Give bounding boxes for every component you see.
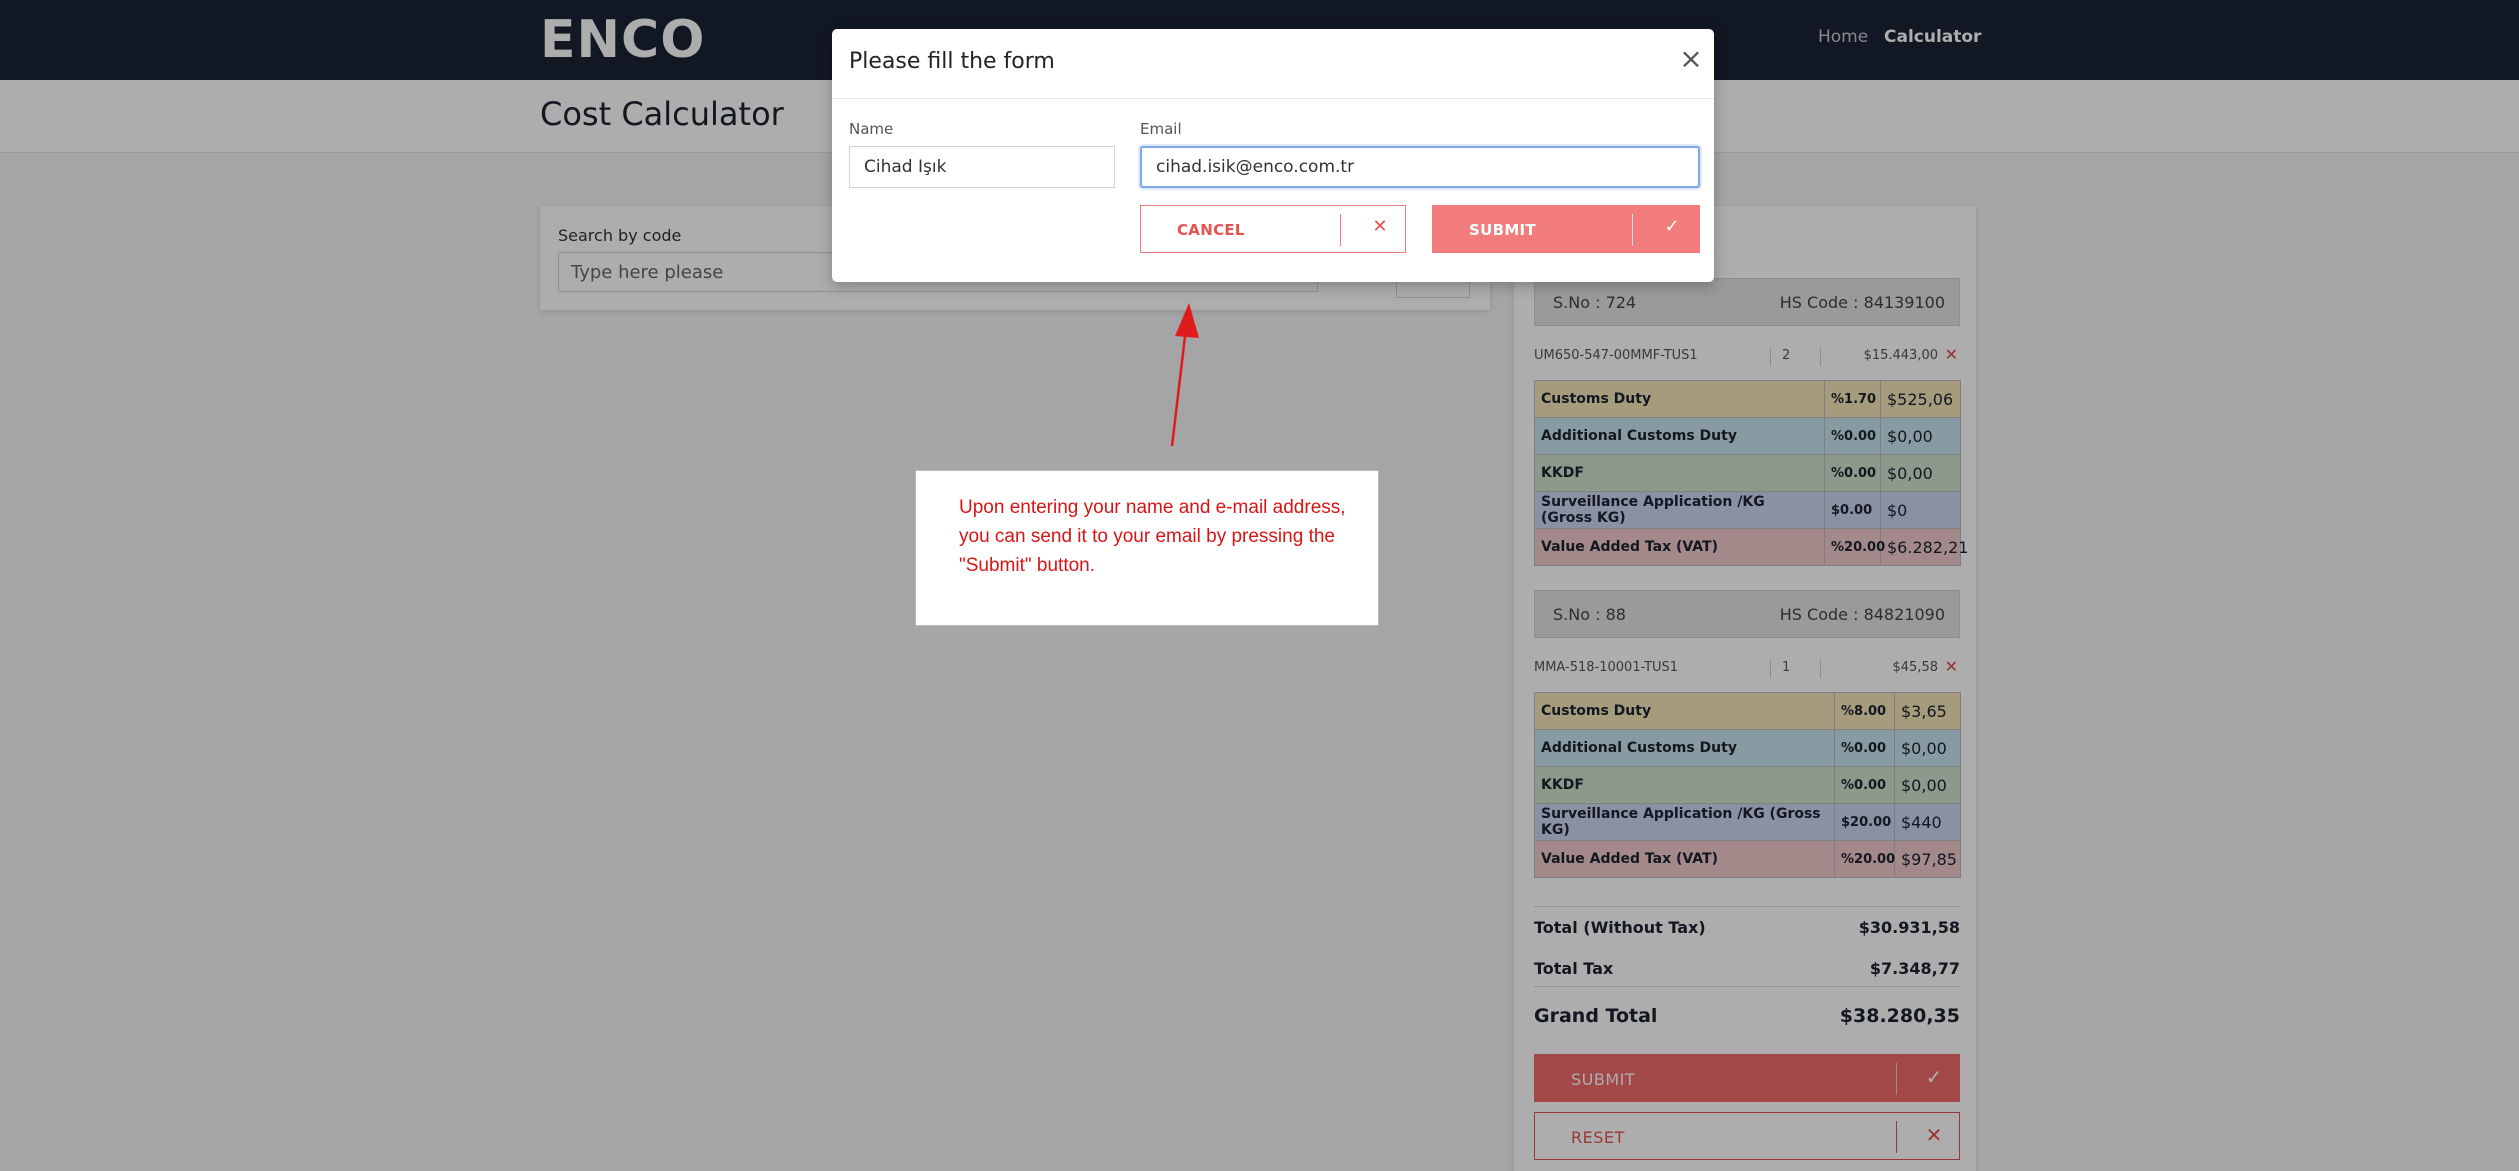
arrow-shaft (1170, 327, 1188, 447)
annotation-callout: Upon entering your name and e-mail addre… (915, 470, 1379, 626)
arrow-head (1175, 303, 1199, 338)
annotation-text: Upon entering your name and e-mail addre… (959, 497, 1346, 576)
